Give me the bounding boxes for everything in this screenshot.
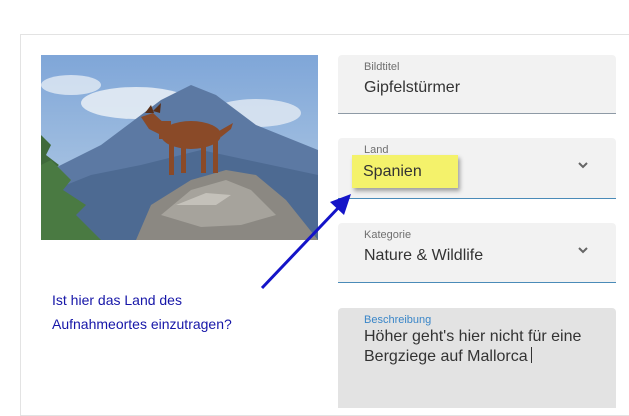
annotation-arrow-icon xyxy=(260,194,351,290)
